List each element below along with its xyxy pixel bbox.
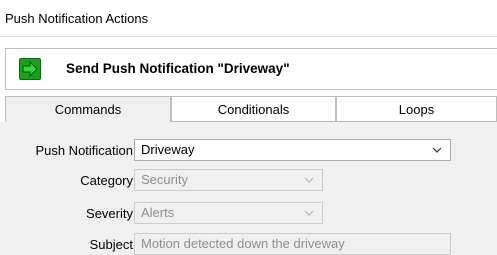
category-value: Security bbox=[141, 172, 188, 187]
tab-conditionals[interactable]: Conditionals bbox=[171, 97, 336, 122]
window-titlebar: Push Notification Actions bbox=[0, 0, 497, 37]
subject-label: Subject bbox=[89, 237, 133, 252]
chevron-down-icon bbox=[432, 147, 442, 153]
push-notification-row: Push Notification Driveway bbox=[0, 139, 497, 161]
tab-commands[interactable]: Commands bbox=[5, 97, 171, 122]
subject-row: Subject Motion detected down the drivewa… bbox=[0, 233, 497, 255]
chevron-down-icon bbox=[304, 210, 314, 216]
tab-loops[interactable]: Loops bbox=[336, 97, 497, 122]
severity-label: Severity bbox=[86, 206, 133, 221]
category-label: Category bbox=[80, 173, 133, 188]
category-row: Category Security bbox=[0, 169, 497, 191]
subject-value: Motion detected down the driveway bbox=[141, 236, 345, 251]
action-label: Send Push Notification "Driveway" bbox=[66, 61, 290, 76]
push-notification-value: Driveway bbox=[141, 142, 195, 157]
severity-value: Alerts bbox=[141, 205, 175, 220]
tab-loops-label: Loops bbox=[398, 102, 435, 117]
severity-row: Severity Alerts bbox=[0, 202, 497, 224]
commands-panel: Push Notification Driveway Category Secu… bbox=[0, 122, 497, 255]
chevron-down-icon bbox=[304, 177, 314, 183]
push-notification-label: Push Notification bbox=[35, 143, 133, 158]
severity-select[interactable]: Alerts bbox=[134, 202, 323, 224]
window-title: Push Notification Actions bbox=[5, 11, 149, 26]
tab-commands-label: Commands bbox=[54, 102, 122, 117]
subject-field[interactable]: Motion detected down the driveway bbox=[134, 233, 451, 255]
tab-bar: Commands Conditionals Loops bbox=[5, 96, 497, 122]
category-select[interactable]: Security bbox=[134, 169, 323, 191]
tab-conditionals-label: Conditionals bbox=[217, 102, 290, 117]
action-item[interactable]: Send Push Notification "Driveway" bbox=[5, 48, 497, 90]
push-notification-select[interactable]: Driveway bbox=[134, 139, 451, 161]
green-right-arrow-icon bbox=[19, 58, 41, 80]
